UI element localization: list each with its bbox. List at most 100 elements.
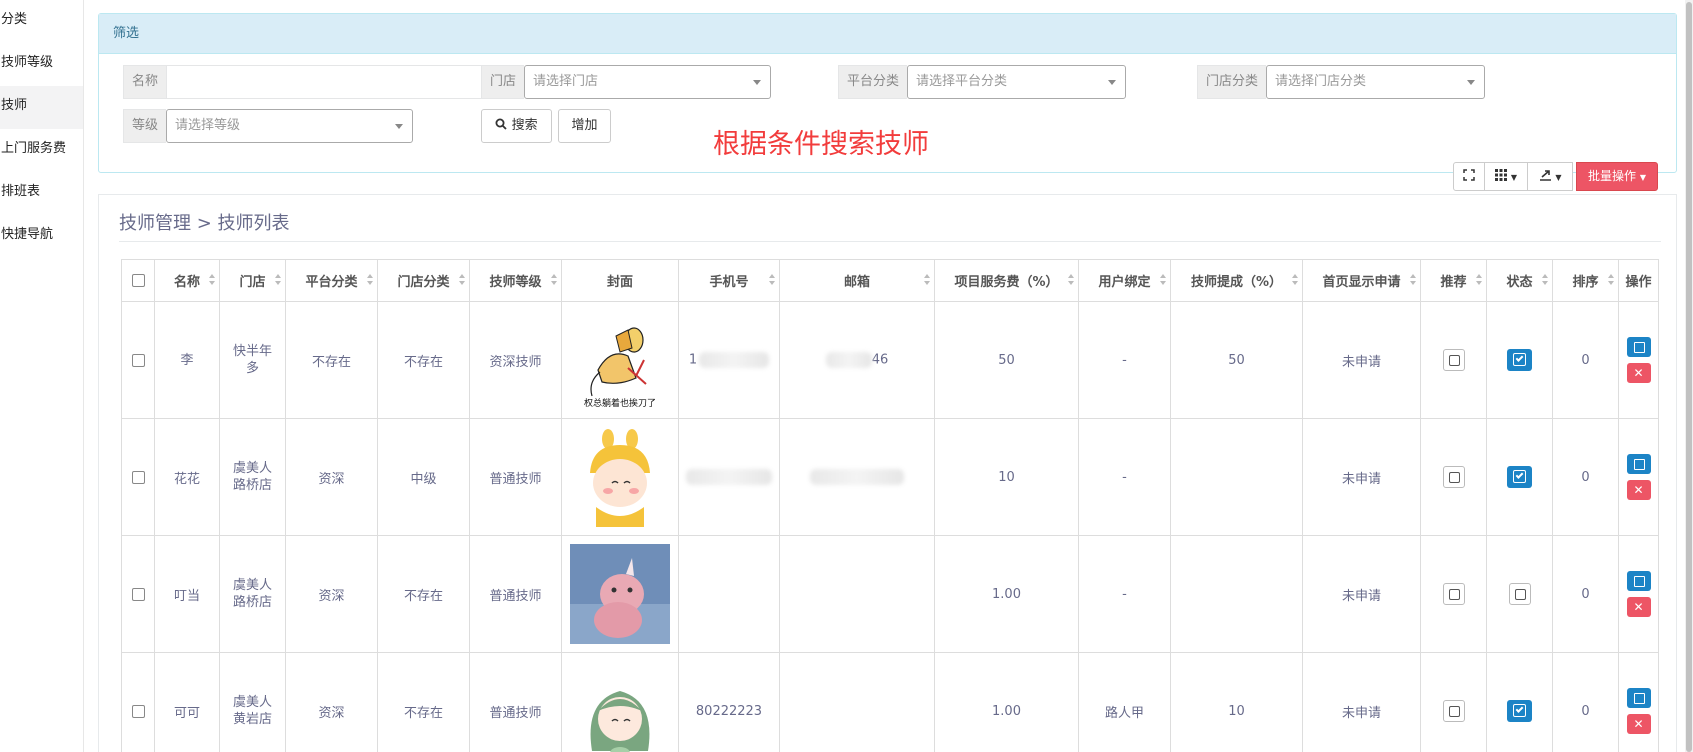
columns-toggle-button[interactable]: ▼ [1484, 162, 1528, 191]
edit-button[interactable] [1626, 337, 1651, 357]
sidebar-item-home-service-fee[interactable]: 上门服务费 [0, 129, 83, 172]
column-header-sort[interactable]: 排序 [1552, 259, 1619, 302]
cell-commission: 10 [1170, 652, 1303, 752]
blurred-phone [686, 469, 772, 485]
status-toggle[interactable] [1507, 349, 1532, 371]
search-button[interactable]: 搜索 [481, 109, 552, 143]
main-content: 筛选 名称 门店 请选择门店 平台分类 请选择平台分类 门店分类 请选择门店分类 [84, 0, 1693, 752]
cell-store: 虞美人路桥店 [219, 535, 286, 653]
table-row: 李 快半年多 不存在 不存在 资深技师 权总躺着也挨刀了 1 46 50 - 5… [121, 301, 1659, 419]
level-select[interactable]: 请选择等级 [166, 109, 414, 143]
delete-button[interactable]: ✕ [1626, 480, 1651, 500]
sidebar-item-technician-level[interactable]: 技师等级 [0, 43, 83, 86]
sidebar-item-schedule[interactable]: 排班表 [0, 172, 83, 215]
row-checkbox[interactable] [131, 587, 145, 601]
cell-service-fee: 1.00 [934, 652, 1079, 752]
cover-image [570, 427, 670, 527]
cell-platform-category: 资深 [285, 652, 378, 752]
sort-icon [1160, 274, 1166, 286]
cell-phone: 80222223 [678, 652, 780, 752]
column-header-status[interactable]: 状态 [1486, 259, 1553, 302]
caret-down-icon: ▼ [1510, 173, 1517, 182]
export-button[interactable]: ▼ [1527, 162, 1573, 191]
column-header-email[interactable]: 邮箱 [779, 259, 935, 302]
annotation-text: 根据条件搜索技师 [713, 129, 929, 160]
column-header-technician-level[interactable]: 技师等级 [469, 259, 562, 302]
sort-icon [1292, 274, 1298, 286]
cell-store: 快半年多 [219, 301, 286, 419]
fullscreen-button[interactable] [1453, 162, 1485, 191]
store-select[interactable]: 请选择门店 [524, 65, 772, 99]
sidebar: 分类 技师等级 技师 上门服务费 排班表 快捷导航 [0, 0, 84, 752]
sidebar-item-category[interactable]: 分类 [0, 0, 83, 43]
scrollbar-thumb[interactable] [1686, 2, 1692, 752]
status-toggle[interactable] [1508, 583, 1531, 605]
delete-button[interactable]: ✕ [1626, 363, 1651, 383]
select-all-header [121, 259, 155, 302]
column-header-store-category[interactable]: 门店分类 [377, 259, 470, 302]
add-button[interactable]: 增加 [558, 109, 611, 143]
platform-select-placeholder: 请选择平台分类 [916, 74, 1008, 89]
cell-email: 46 [779, 301, 935, 419]
cell-store-category: 不存在 [377, 652, 470, 752]
status-toggle[interactable] [1507, 466, 1532, 488]
cell-commission [1170, 535, 1303, 653]
store-category-select[interactable]: 请选择门店分类 [1266, 65, 1486, 99]
cell-technician-level: 普通技师 [469, 535, 562, 653]
cell-homepage-apply: 未申请 [1302, 535, 1421, 653]
delete-button[interactable]: ✕ [1626, 714, 1651, 734]
name-filter-input[interactable] [166, 65, 485, 99]
column-header-name[interactable]: 名称 [154, 259, 220, 302]
fullscreen-icon [1463, 169, 1475, 181]
column-header-user-binding[interactable]: 用户绑定 [1078, 259, 1171, 302]
blurred-phone [699, 352, 770, 368]
edit-button[interactable] [1626, 454, 1651, 474]
cell-commission: 50 [1170, 301, 1303, 419]
cell-name: 李 [154, 301, 220, 419]
column-header-phone[interactable]: 手机号 [678, 259, 780, 302]
level-filter-group: 等级 请选择等级 [123, 109, 414, 143]
cell-email [779, 418, 935, 536]
select-all-checkbox[interactable] [131, 274, 145, 287]
sort-icon [209, 274, 215, 286]
chevron-down-icon [1467, 80, 1476, 85]
recommend-toggle[interactable] [1442, 583, 1465, 605]
cell-technician-level: 普通技师 [469, 652, 562, 752]
row-checkbox[interactable] [131, 353, 145, 367]
cell-commission [1170, 418, 1303, 536]
store-category-select-placeholder: 请选择门店分类 [1275, 74, 1367, 89]
sidebar-item-quick-nav[interactable]: 快捷导航 [0, 215, 83, 258]
column-header-platform-category[interactable]: 平台分类 [285, 259, 378, 302]
platform-select[interactable]: 请选择平台分类 [907, 65, 1127, 99]
search-button-label: 搜索 [511, 118, 538, 133]
batch-operation-button[interactable]: 批量操作 ▼ [1576, 162, 1658, 191]
store-filter-group: 门店 请选择门店 [481, 65, 772, 99]
recommend-toggle[interactable] [1442, 466, 1465, 488]
edit-button[interactable] [1626, 571, 1651, 591]
column-header-store[interactable]: 门店 [219, 259, 286, 302]
edit-button[interactable] [1626, 688, 1651, 708]
column-header-commission[interactable]: 技师提成（%） [1170, 259, 1303, 302]
cell-status [1486, 301, 1553, 419]
column-header-recommend[interactable]: 推荐 [1420, 259, 1487, 302]
vertical-scrollbar[interactable] [1685, 0, 1693, 752]
cell-platform-category: 资深 [285, 418, 378, 536]
column-header-homepage-apply[interactable]: 首页显示申请 [1302, 259, 1421, 302]
batch-operation-label: 批量操作 [1588, 169, 1637, 183]
row-checkbox[interactable] [131, 704, 145, 718]
cover-image: 权总躺着也挨刀了 [570, 310, 670, 410]
recommend-toggle[interactable] [1442, 700, 1465, 722]
cell-cover [561, 418, 679, 536]
breadcrumb: 技师管理 > 技师列表 [119, 213, 290, 234]
status-toggle[interactable] [1507, 700, 1532, 722]
recommend-toggle[interactable] [1442, 349, 1465, 371]
cell-recommend [1420, 535, 1487, 653]
sort-icon [459, 274, 465, 286]
store-category-filter-label: 门店分类 [1197, 65, 1267, 99]
delete-button[interactable]: ✕ [1626, 597, 1651, 617]
row-checkbox[interactable] [131, 470, 145, 484]
sidebar-item-technician[interactable]: 技师 [0, 86, 83, 129]
name-filter-label: 名称 [123, 65, 167, 99]
column-header-service-fee[interactable]: 项目服务费（%） [934, 259, 1079, 302]
technician-table: 名称 门店 平台分类 门店分类 技师等级 封面 手机号 邮箱 项目服务费（%） … [121, 259, 1659, 752]
